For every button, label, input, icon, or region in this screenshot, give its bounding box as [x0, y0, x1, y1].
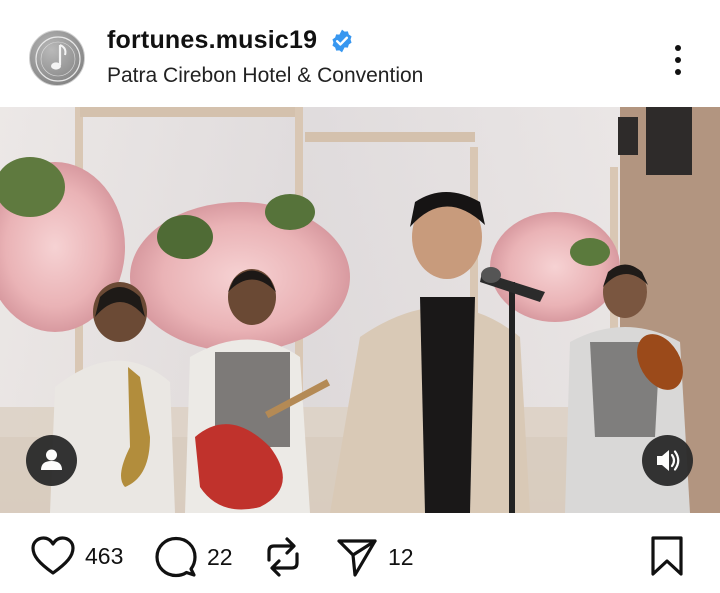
- more-options-icon[interactable]: [664, 42, 692, 78]
- heart-icon[interactable]: [31, 536, 75, 576]
- send-icon[interactable]: [336, 536, 378, 578]
- user-tag-icon: [41, 449, 62, 470]
- share-action[interactable]: 12: [336, 536, 414, 578]
- comment-action[interactable]: 22: [155, 536, 233, 578]
- sound-toggle-button[interactable]: [642, 435, 693, 486]
- like-count: 463: [85, 542, 124, 569]
- like-action[interactable]: 463: [31, 536, 123, 576]
- username[interactable]: fortunes.music19: [107, 26, 317, 55]
- tagged-users-button[interactable]: [26, 435, 77, 486]
- post-header: fortunes.music19 Patra Cirebon Hotel & C…: [0, 0, 720, 107]
- comment-bubble-icon[interactable]: [155, 536, 197, 578]
- repost-action[interactable]: [263, 536, 303, 578]
- music-note-disc-icon: [35, 36, 81, 82]
- concert-video-frame: [0, 107, 720, 513]
- share-count: 12: [388, 543, 414, 570]
- location-link[interactable]: Patra Cirebon Hotel & Convention: [107, 64, 423, 88]
- sound-on-icon: [657, 450, 680, 471]
- comment-count: 22: [207, 543, 233, 570]
- bookmark-icon[interactable]: [649, 535, 685, 577]
- repost-icon[interactable]: [263, 536, 303, 578]
- post-actions-bar: 463 22 12: [0, 513, 720, 593]
- verified-badge-icon: [332, 29, 352, 53]
- profile-avatar[interactable]: [29, 30, 85, 86]
- post-video[interactable]: [0, 107, 720, 513]
